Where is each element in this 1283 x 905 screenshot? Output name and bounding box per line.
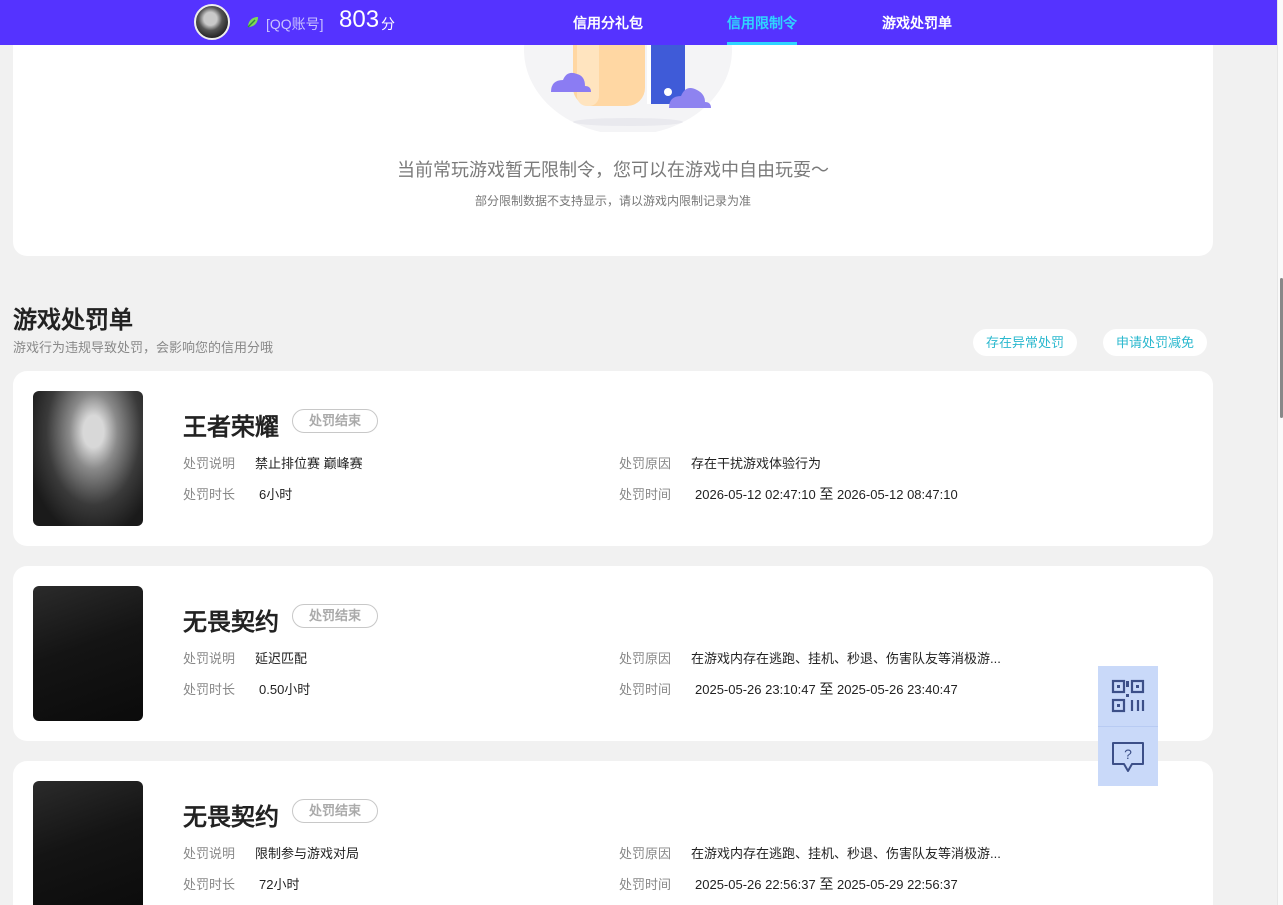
floating-toolbar: ?: [1098, 666, 1158, 786]
game-name: 王者荣耀: [183, 414, 279, 441]
duration-label: 处罚时长: [183, 487, 236, 502]
time-start: 2025-05-26 22:56:37: [695, 877, 816, 892]
restriction-empty-message: 当前常玩游戏暂无限制令，您可以在游戏中自由玩耍～: [397, 160, 829, 180]
desc-label: 处罚说明: [183, 456, 236, 471]
duration-label: 处罚时长: [183, 877, 236, 892]
reason-value: 存在干扰游戏体验行为: [691, 456, 822, 471]
game-cover-image: [33, 391, 143, 526]
penalty-card[interactable]: 王者荣耀 处罚结束 处罚说明 禁止排位赛 巅峰赛 处罚原因 存在干扰游戏体验行为…: [13, 371, 1213, 546]
game-cover-image: [33, 586, 143, 721]
time-label: 处罚时间: [619, 877, 672, 892]
desc-label: 处罚说明: [183, 846, 236, 861]
time-separator: 至: [819, 681, 834, 697]
help-chat-icon: ?: [1112, 741, 1144, 772]
account-label: [QQ账号]: [266, 16, 324, 32]
time-separator: 至: [819, 876, 834, 892]
time-end: 2025-05-26 23:40:47: [836, 682, 958, 697]
tab-game-penalty[interactable]: 游戏处罚单: [882, 13, 952, 33]
time-label: 处罚时间: [619, 487, 672, 502]
status-badge: 处罚结束: [292, 409, 378, 433]
penalty-section-title: 游戏处罚单: [13, 307, 133, 334]
top-bar: [QQ账号] 803 分 信用分礼包 信用限制令 游戏处罚单: [0, 0, 1277, 45]
reason-label: 处罚原因: [619, 456, 672, 471]
status-badge: 处罚结束: [292, 604, 378, 628]
time-range: 2025-05-26 23:10:47 至 2025-05-26 23:40:4…: [695, 679, 958, 699]
abnormal-penalty-button[interactable]: 存在异常处罚: [973, 329, 1078, 356]
page-scrollbar[interactable]: [1277, 0, 1283, 905]
penalty-card[interactable]: 无畏契约 处罚结束 处罚说明 延迟匹配 处罚原因 在游戏内存在逃跑、挂机、秒退、…: [13, 566, 1213, 741]
duration-label: 处罚时长: [183, 682, 236, 697]
status-badge: 处罚结束: [292, 799, 378, 823]
apply-reduction-button[interactable]: 申请处罚减免: [1103, 329, 1208, 356]
game-name: 无畏契约: [183, 804, 279, 831]
desc-value: 禁止排位赛 巅峰赛: [255, 456, 363, 471]
time-separator: 至: [819, 486, 834, 502]
time-start: 2026-05-12 02:47:10: [695, 487, 816, 502]
duration-value: 0.50小时: [259, 682, 311, 697]
reason-value: 在游戏内存在逃跑、挂机、秒退、伤害队友等消极游...: [691, 846, 1001, 861]
time-range: 2026-05-12 02:47:10 至 2026-05-12 08:47:1…: [695, 484, 958, 504]
duration-value: 72小时: [259, 877, 300, 892]
score-unit: 分: [381, 16, 395, 32]
time-label: 处罚时间: [619, 682, 672, 697]
qrcode-button[interactable]: [1098, 666, 1158, 726]
time-end: 2026-05-12 08:47:10: [836, 487, 958, 502]
avatar[interactable]: [194, 4, 230, 40]
desc-value: 延迟匹配: [255, 651, 308, 666]
reason-label: 处罚原因: [619, 846, 672, 861]
time-range: 2025-05-26 22:56:37 至 2025-05-29 22:56:3…: [695, 874, 958, 894]
desc-value: 限制参与游戏对局: [255, 846, 360, 861]
time-start: 2025-05-26 23:10:47: [695, 682, 816, 697]
help-button[interactable]: ?: [1098, 726, 1158, 786]
svg-text:?: ?: [1124, 746, 1132, 762]
leaf-icon: [247, 17, 258, 28]
desc-label: 处罚说明: [183, 651, 236, 666]
time-end: 2025-05-29 22:56:37: [836, 877, 958, 892]
penalty-card[interactable]: 无畏契约 处罚结束 处罚说明 限制参与游戏对局 处罚原因 在游戏内存在逃跑、挂机…: [13, 761, 1213, 905]
reason-label: 处罚原因: [619, 651, 672, 666]
tab-credit-gift[interactable]: 信用分礼包: [573, 13, 643, 33]
restriction-empty-note: 部分限制数据不支持显示，请以游戏内限制记录为准: [474, 194, 751, 208]
active-tab-indicator: [727, 42, 797, 45]
game-cover-image: [33, 781, 143, 905]
reason-value: 在游戏内存在逃跑、挂机、秒退、伤害队友等消极游...: [691, 651, 1001, 666]
qrcode-icon: [1111, 679, 1145, 713]
penalty-section-subtitle: 游戏行为违规导致处罚，会影响您的信用分哦: [13, 340, 274, 355]
duration-value: 6小时: [259, 487, 293, 502]
credit-score: 803: [339, 6, 380, 33]
tab-credit-restriction[interactable]: 信用限制令: [727, 13, 797, 33]
game-name: 无畏契约: [183, 609, 279, 636]
